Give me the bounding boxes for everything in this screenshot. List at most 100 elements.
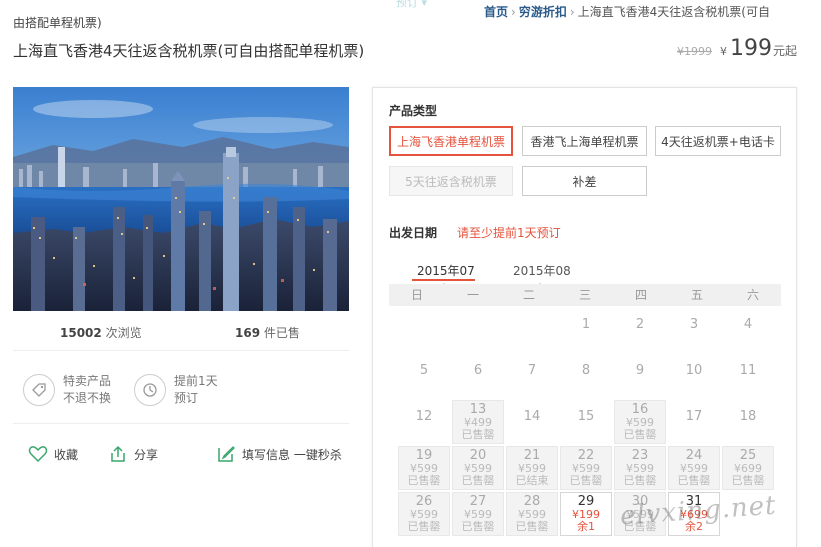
calendar-day-status: 余1 bbox=[577, 520, 595, 533]
calendar-day-number: 9 bbox=[635, 363, 645, 378]
calendar-day-number: 16 bbox=[631, 402, 649, 417]
share-icon bbox=[111, 445, 125, 462]
favorite-button[interactable]: 收藏 bbox=[28, 444, 78, 464]
calendar-day-status: 已售罄 bbox=[461, 520, 495, 533]
calendar-day: 4 bbox=[722, 314, 774, 358]
option-supplement[interactable]: 补差 bbox=[522, 166, 647, 196]
price-suffix: 元起 bbox=[772, 44, 797, 58]
calendar-day: 19 ¥599 已售罄 bbox=[398, 446, 450, 490]
calendar-day-number: 3 bbox=[689, 317, 699, 332]
calendar-day-status: 已售罄 bbox=[407, 474, 441, 487]
calendar-day-number: 19 bbox=[415, 448, 433, 463]
calendar-day: 2 bbox=[614, 314, 666, 358]
option-roundtrip-simcard[interactable]: 4天往返机票+电话卡 bbox=[655, 126, 781, 156]
calendar-day-status: 已售罄 bbox=[407, 520, 441, 533]
calendar-day-status: 已售罄 bbox=[515, 520, 549, 533]
calendar-day-number: 29 bbox=[577, 494, 595, 509]
calendar-day: 23 ¥599 已售罄 bbox=[614, 446, 666, 490]
calendar-day: 6 bbox=[452, 360, 504, 404]
option-hk-sh-oneway[interactable]: 香港飞上海单程机票 bbox=[522, 126, 647, 156]
calendar-day: 10 bbox=[668, 360, 720, 404]
calendar-day: 24 ¥599 已售罄 bbox=[668, 446, 720, 490]
option-5day-roundtrip: 5天往返含税机票 bbox=[389, 166, 513, 196]
departure-date-label: 出发日期 bbox=[389, 226, 438, 240]
month-tab-august[interactable]: 2015年08 bbox=[513, 262, 571, 279]
calendar-day-number: 21 bbox=[523, 448, 541, 463]
booking-hint: 请至少提前1天预订 bbox=[457, 226, 561, 240]
breadcrumb-category[interactable]: 穷游折扣 bbox=[519, 5, 567, 19]
calendar-day-number: 5 bbox=[419, 363, 429, 378]
breadcrumb-current: 上海直飞香港4天往返含税机票(可自 bbox=[577, 5, 770, 19]
feature-advance-booking: 提前1天 预订 bbox=[134, 373, 218, 407]
calendar-day: 11 bbox=[722, 360, 774, 404]
clock-icon bbox=[134, 374, 166, 406]
calendar-day: 17 bbox=[668, 406, 720, 450]
calendar-day[interactable]: 29 ¥199 余1 bbox=[560, 492, 612, 536]
calendar-day-number: 20 bbox=[469, 448, 487, 463]
edit-icon bbox=[218, 446, 235, 462]
divider bbox=[13, 350, 349, 351]
calendar-day-number: 28 bbox=[523, 494, 541, 509]
calendar-day-number: 25 bbox=[739, 448, 757, 463]
calendar-day-number: 26 bbox=[415, 494, 433, 509]
calendar-day: 16 ¥599 已售罄 bbox=[614, 400, 666, 444]
calendar-day-status: 已售罄 bbox=[461, 428, 495, 441]
calendar-day-status: 已售罄 bbox=[461, 474, 495, 487]
heart-icon bbox=[28, 446, 48, 463]
calendar-day: 22 ¥599 已售罄 bbox=[560, 446, 612, 490]
product-type-label: 产品类型 bbox=[389, 104, 438, 118]
share-button[interactable]: 分享 bbox=[108, 444, 158, 464]
calendar-day-status: 已售罄 bbox=[623, 428, 657, 441]
calendar-day: 7 bbox=[506, 360, 558, 404]
calendar-day: 15 bbox=[560, 406, 612, 450]
calendar-day-status: 已售罄 bbox=[677, 474, 711, 487]
calendar-day-number: 11 bbox=[739, 363, 757, 378]
calendar-day-status: 已结束 bbox=[515, 474, 549, 487]
month-tab-underline bbox=[412, 279, 475, 281]
calendar-day-number: 17 bbox=[685, 409, 703, 424]
calendar-day: 14 bbox=[506, 406, 558, 450]
fill-info-button[interactable]: 填写信息 一键秒杀 bbox=[216, 444, 342, 464]
calendar-day-number: 1 bbox=[581, 317, 591, 332]
calendar-day-number: 24 bbox=[685, 448, 703, 463]
tag-icon bbox=[23, 374, 55, 406]
calendar-day-number: 14 bbox=[523, 409, 541, 424]
title-prefix: 由搭配单程机票) bbox=[13, 16, 102, 30]
calendar-day-number: 10 bbox=[685, 363, 703, 378]
calendar-day: 25 ¥699 已售罄 bbox=[722, 446, 774, 490]
calendar-day-number: 4 bbox=[743, 317, 753, 332]
views-stat: 15002 次浏览 bbox=[60, 326, 142, 340]
calendar-day: 5 bbox=[398, 360, 450, 404]
calendar-day-number: 18 bbox=[739, 409, 757, 424]
calendar-day: 27 ¥599 已售罄 bbox=[452, 492, 504, 536]
calendar-day-number: 13 bbox=[469, 402, 487, 417]
option-sh-hk-oneway[interactable]: 上海飞香港单程机票 bbox=[389, 126, 513, 156]
calendar-day: 18 bbox=[722, 406, 774, 450]
calendar-day-number: 12 bbox=[415, 409, 433, 424]
currency-symbol: ¥ bbox=[719, 45, 727, 58]
ghost-header-text: 预订 ▾ bbox=[396, 0, 428, 9]
calendar-day-number: 22 bbox=[577, 448, 595, 463]
calendar-day: 12 bbox=[398, 406, 450, 450]
calendar-day-number: 27 bbox=[469, 494, 487, 509]
sold-stat: 169 件已售 bbox=[235, 326, 300, 340]
calendar-day-number: 8 bbox=[581, 363, 591, 378]
calendar-day-number: 23 bbox=[631, 448, 649, 463]
calendar-day-number: 7 bbox=[527, 363, 537, 378]
calendar-day-status: 已售罄 bbox=[569, 474, 603, 487]
original-price: ¥1999 bbox=[676, 45, 712, 58]
calendar-day-number: 6 bbox=[473, 363, 483, 378]
calendar-day: 26 ¥599 已售罄 bbox=[398, 492, 450, 536]
breadcrumb-home[interactable]: 首页 bbox=[484, 5, 508, 19]
product-hero-image bbox=[13, 87, 349, 311]
breadcrumb: 首页 › 穷游折扣 › 上海直飞香港4天往返含税机票(可自 bbox=[484, 4, 770, 20]
calendar-day: 20 ¥599 已售罄 bbox=[452, 446, 504, 490]
calendar-day-number: 15 bbox=[577, 409, 595, 424]
month-tab-july[interactable]: 2015年07 bbox=[417, 262, 475, 279]
skyline-illustration bbox=[13, 87, 349, 311]
divider bbox=[13, 423, 349, 424]
chevron-right-icon: › bbox=[569, 5, 575, 19]
calendar-day-number: 2 bbox=[635, 317, 645, 332]
calendar-day: 21 ¥599 已结束 bbox=[506, 446, 558, 490]
calendar-day: 9 bbox=[614, 360, 666, 404]
